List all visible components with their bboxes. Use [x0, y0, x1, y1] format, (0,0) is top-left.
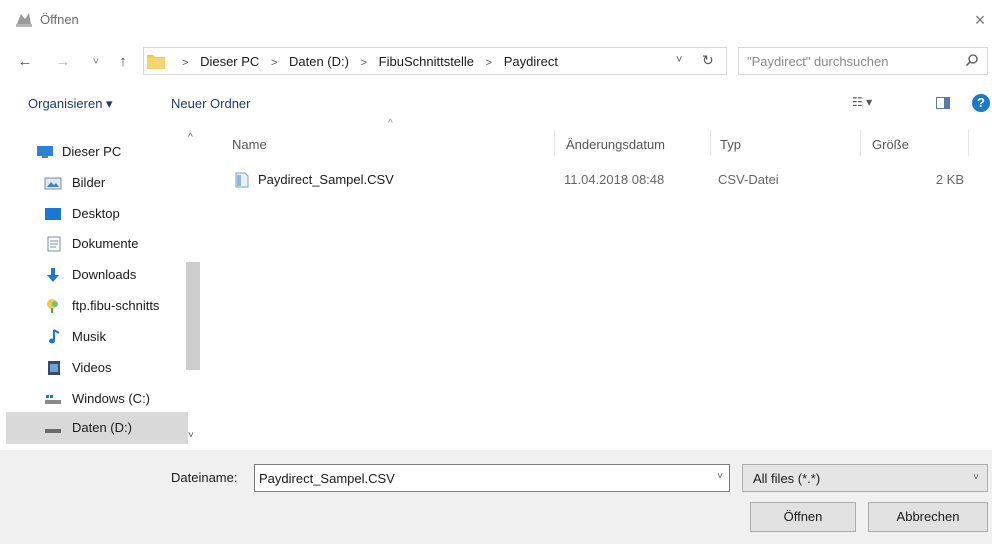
sidebar-item-label: Windows (C:)	[72, 391, 151, 406]
column-header-type[interactable]: Typ	[720, 137, 741, 152]
sidebar-item-label: Downloads	[72, 267, 137, 282]
sidebar-item-videos[interactable]: Videos	[0, 354, 184, 382]
filename-field[interactable]: ˅	[254, 464, 730, 492]
close-icon[interactable]: ×	[968, 8, 992, 32]
organize-button[interactable]: Organisieren ▾	[28, 96, 113, 112]
file-size: 2 KB	[935, 172, 964, 187]
search-input[interactable]	[747, 52, 947, 70]
music-icon	[49, 329, 60, 344]
help-icon[interactable]: ?	[972, 94, 990, 112]
sidebar-item-ftp[interactable]: ftp.fibu-schnitts	[0, 292, 184, 320]
forward-button[interactable]: →	[52, 52, 74, 72]
address-dropdown-icon[interactable]: ˅	[676, 54, 682, 66]
filename-label: Dateiname:	[171, 470, 238, 485]
column-header-date[interactable]: Änderungsdatum	[566, 137, 665, 152]
column-divider[interactable]	[860, 130, 861, 156]
file-type: CSV-Datei	[718, 172, 779, 187]
csv-file-icon	[235, 172, 249, 188]
sidebar-item-label: Daten (D:)	[72, 420, 132, 435]
window-title: Öffnen	[40, 12, 79, 27]
file-name: Paydirect_Sampel.CSV	[258, 172, 394, 187]
filetype-value: All files (*.*)	[753, 471, 821, 486]
new-folder-button[interactable]: Neuer Ordner	[171, 96, 250, 111]
network-icon	[47, 299, 58, 313]
desktop-icon	[45, 208, 61, 220]
folder-icon	[147, 55, 165, 69]
sidebar-item-label: Videos	[72, 360, 112, 375]
address-bar[interactable]: > Dieser PC > Daten (D:) > FibuSchnittst…	[143, 47, 727, 75]
sidebar-item-downloads[interactable]: Downloads	[0, 261, 184, 289]
sidebar-item-windows-c[interactable]: Windows (C:)	[0, 385, 184, 413]
app-icon	[16, 13, 32, 27]
downloads-icon	[47, 268, 59, 282]
breadcrumb-item-paydirect[interactable]: Paydirect	[504, 54, 558, 69]
sidebar-item-bilder[interactable]: Bilder	[0, 169, 184, 197]
filename-input[interactable]	[259, 469, 699, 487]
sidebar-item-label: Dokumente	[72, 236, 139, 251]
scrollbar-thumb[interactable]	[186, 262, 200, 370]
sidebar-item-dokumente[interactable]: Dokumente	[0, 230, 184, 258]
breadcrumb-separator: >	[270, 57, 278, 69]
refresh-icon[interactable]: ↻	[702, 52, 714, 69]
scroll-down-icon[interactable]: ˅	[188, 430, 194, 441]
sidebar-item-label: Bilder	[72, 175, 106, 190]
sidebar-item-label: Musik	[72, 329, 106, 344]
sidebar-item-daten-d[interactable]: Daten (D:)	[6, 412, 188, 444]
breadcrumb: > Dieser PC > Daten (D:) > FibuSchnittst…	[174, 54, 558, 69]
change-view-button[interactable]: ☷ ▾	[852, 95, 872, 109]
column-divider[interactable]	[710, 130, 711, 156]
sidebar-item-desktop[interactable]: Desktop	[0, 200, 184, 228]
title-bar	[0, 0, 992, 40]
drive-icon	[45, 395, 61, 404]
navigation-pane: Dieser PC Bilder Desktop Dokumente Downl…	[0, 124, 204, 450]
command-bar	[0, 86, 992, 122]
open-button[interactable]: Öffnen	[750, 502, 856, 532]
videos-icon	[48, 361, 60, 375]
preview-pane-icon[interactable]	[936, 97, 950, 109]
sidebar-item-label: ftp.fibu-schnitts	[72, 298, 160, 313]
breadcrumb-separator: >	[182, 57, 189, 69]
filetype-select[interactable]: All files (*.*) ˅	[742, 464, 988, 492]
search-icon[interactable]	[965, 53, 979, 67]
sort-ascending-icon: ^	[388, 118, 393, 129]
filename-dropdown-icon[interactable]: ˅	[717, 471, 723, 482]
breadcrumb-item-daten[interactable]: Daten (D:)	[289, 54, 349, 69]
file-date: 11.04.2018 08:48	[564, 172, 665, 187]
file-row[interactable]: Paydirect_Sampel.CSV 11.04.2018 08:48 CS…	[224, 168, 972, 192]
chevron-down-icon[interactable]: ˅	[973, 472, 979, 483]
column-divider[interactable]	[554, 130, 555, 156]
documents-icon	[47, 236, 61, 252]
pictures-icon	[44, 177, 62, 190]
column-headers: Name Änderungsdatum Typ Größe	[212, 130, 992, 156]
sidebar-item-label: Dieser PC	[62, 144, 122, 159]
pc-icon	[37, 146, 53, 158]
search-box[interactable]	[738, 47, 988, 75]
up-button[interactable]: ↑	[112, 52, 134, 72]
column-divider[interactable]	[968, 130, 969, 156]
sidebar-item-dieser-pc[interactable]: Dieser PC	[0, 138, 184, 166]
column-header-size[interactable]: Größe	[872, 137, 909, 152]
scroll-up-icon[interactable]: ^	[188, 132, 193, 143]
drive-icon	[45, 429, 61, 433]
back-button[interactable]: ←	[14, 52, 36, 72]
breadcrumb-item-fibuschnittstelle[interactable]: FibuSchnittstelle	[379, 54, 474, 69]
breadcrumb-separator: >	[360, 57, 368, 69]
sidebar-item-label: Desktop	[72, 206, 120, 221]
recent-locations-button[interactable]: ˅	[88, 52, 104, 72]
column-header-name[interactable]: Name	[232, 137, 267, 152]
cancel-button[interactable]: Abbrechen	[868, 502, 988, 532]
breadcrumb-separator: >	[485, 57, 493, 69]
sidebar-item-musik[interactable]: Musik	[0, 323, 184, 351]
breadcrumb-item-dieser-pc[interactable]: Dieser PC	[200, 54, 259, 69]
